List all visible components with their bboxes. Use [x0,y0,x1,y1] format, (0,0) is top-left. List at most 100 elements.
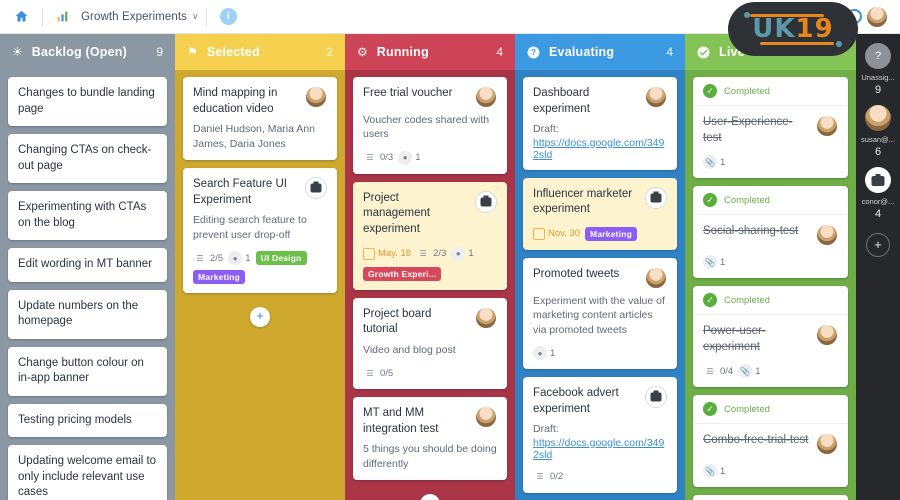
card-title: Promoted tweets [533,267,620,280]
attachment-meta: 📎 1 [738,364,761,379]
card-description: Experiment with the value of marketing c… [533,294,665,336]
card[interactable]: Experimenting with CTAs on the blog [8,191,167,241]
card[interactable]: Project management experiment May. 18 ☰ … [353,181,507,290]
column-header-backlog[interactable]: ☀ Backlog (Open) 9 [0,34,175,70]
card-tag[interactable]: Marketing [585,226,637,241]
card[interactable]: ✓ Completed Combo-free-trial-test 📎 1 [693,395,848,488]
avatar[interactable] [645,186,667,209]
watermark-line [750,14,824,17]
attachment-meta: 📎 1 [703,155,725,170]
card[interactable]: ✓ Completed Social-sharing-test 📎 1 [693,186,848,279]
avatar[interactable] [645,266,667,289]
stamp-icon: ⚑ [187,45,198,59]
card[interactable]: Facebook advert experiment Draft: https:… [523,377,677,493]
column-header-selected[interactable]: ⚑ Selected 2 [175,34,345,70]
column-count: 4 [496,45,503,59]
card[interactable]: Changes to bundle landing page [8,77,167,127]
card[interactable]: Change button colour on in-app banner [8,346,167,396]
avatar-unassigned[interactable]: ? [865,43,891,69]
card[interactable]: ✓ Completed Power-user-experiment ☰ 0/4 [693,286,848,388]
due-date-meta: May. 18 [363,247,411,260]
avatar[interactable] [305,86,327,108]
attachment-meta: 📎 1 [703,464,725,479]
check-circle-icon: ✓ [703,84,717,98]
column-body-live[interactable]: ✓ Completed User-Experience-test 📎 1 ✓ C… [685,70,856,500]
completed-label: Completed [724,194,770,206]
home-icon [15,10,28,22]
info-button[interactable]: i [214,4,243,30]
avatar[interactable] [866,5,888,28]
card[interactable]: Project board tutorial Video and blog po… [353,297,507,390]
member-name: Unassig... [861,73,895,82]
card[interactable]: MT and MM integration test 5 things you … [353,397,507,481]
checklist-icon: ☰ [419,249,427,259]
home-button[interactable] [8,4,35,30]
avatar[interactable] [475,406,497,429]
avatar[interactable] [645,386,667,408]
comment-count: 1 [468,248,474,260]
checklist-icon: ☰ [196,253,204,263]
card-tag[interactable]: Marketing [193,270,245,284]
avatar[interactable] [816,324,838,347]
avatar[interactable] [475,86,497,108]
avatar[interactable] [305,177,327,199]
avatar-member[interactable] [865,105,891,131]
gear-icon: ⚙ [357,45,368,59]
avatar[interactable] [816,224,838,247]
card[interactable]: ✓ Completed How-to-turn-procrastination … [693,495,848,500]
card-meta: ☰ 2/5 ● 1 UI Design Marketing [193,251,327,284]
card[interactable]: Edit wording in MT banner [8,248,167,282]
bar-chart-icon [57,11,68,22]
avatar[interactable] [816,433,838,456]
column-body-evaluating[interactable]: Dashboard experiment Draft: https://docs… [515,70,685,500]
attachment-meta: 📎 1 [703,255,726,270]
completed-banner: ✓ Completed [693,395,848,425]
column-header-running[interactable]: ⚙ Running 4 [345,34,515,70]
avatar-member[interactable] [865,167,891,193]
column-body-selected[interactable]: Mind mapping in education video Daniel H… [175,70,345,500]
add-card-button[interactable]: + [250,307,270,327]
card-meta: ☰ 0/5 [363,366,497,380]
column-header-evaluating[interactable]: ? Evaluating 4 [515,34,685,70]
attachment-count: 1 [755,365,761,377]
card[interactable]: Mind mapping in education video Daniel H… [183,77,337,160]
card[interactable]: Testing pricing models [8,403,167,438]
avatar[interactable] [816,115,838,137]
due-date: Nov. 30 [548,228,581,240]
card[interactable]: Influencer marketer experiment Nov. 30 M… [523,177,677,250]
column-body-running[interactable]: Free trial voucher Voucher codes shared … [345,70,515,500]
comment-icon: ● [228,251,243,265]
toolbar-divider-2 [205,7,207,26]
add-card-button[interactable]: + [420,494,440,500]
card-link[interactable]: https://docs.google.com/3492sld [533,437,667,461]
card-tag[interactable]: Growth Experi... [363,266,442,281]
watermark-text-a: UK [752,14,796,44]
card[interactable]: Updating welcome email to only include r… [8,445,167,500]
svg-text:?: ? [531,48,536,57]
checklist-icon: ☰ [366,153,374,163]
member-name: conor@... [861,197,895,206]
card[interactable]: Dashboard experiment Draft: https://docs… [523,77,677,170]
add-member-button[interactable]: + [866,233,890,257]
paperclip-icon: 📎 [703,255,717,270]
card-meta: Nov. 30 Marketing [533,226,667,241]
checklist-icon: ☰ [536,472,544,482]
card[interactable]: Free trial voucher Voucher codes shared … [353,77,507,174]
card[interactable]: Search Feature UI Experiment Editing sea… [183,168,337,293]
card[interactable]: Changing CTAs on check-out page [8,134,167,184]
card[interactable]: ✓ Completed User-Experience-test 📎 1 [693,77,848,179]
chevron-down-icon[interactable]: ∨ [192,11,199,22]
avatar[interactable] [475,190,497,213]
card-link[interactable]: https://docs.google.com/3492sld [533,137,667,161]
card[interactable]: Update numbers on the homepage [8,289,167,339]
avatar[interactable] [475,306,497,329]
project-chart-icon-button[interactable] [50,4,75,30]
card[interactable]: Promoted tweets Experiment with the valu… [523,257,677,369]
card-title: Project board tutorial [363,307,432,336]
avatar[interactable] [645,86,667,108]
column-body-backlog[interactable]: Changes to bundle landing page Changing … [0,70,175,500]
attachment-count: 1 [720,256,726,268]
calendar-icon [533,227,545,240]
card-tag[interactable]: UI Design [255,251,307,265]
card-meta: 📎 1 [703,155,838,170]
